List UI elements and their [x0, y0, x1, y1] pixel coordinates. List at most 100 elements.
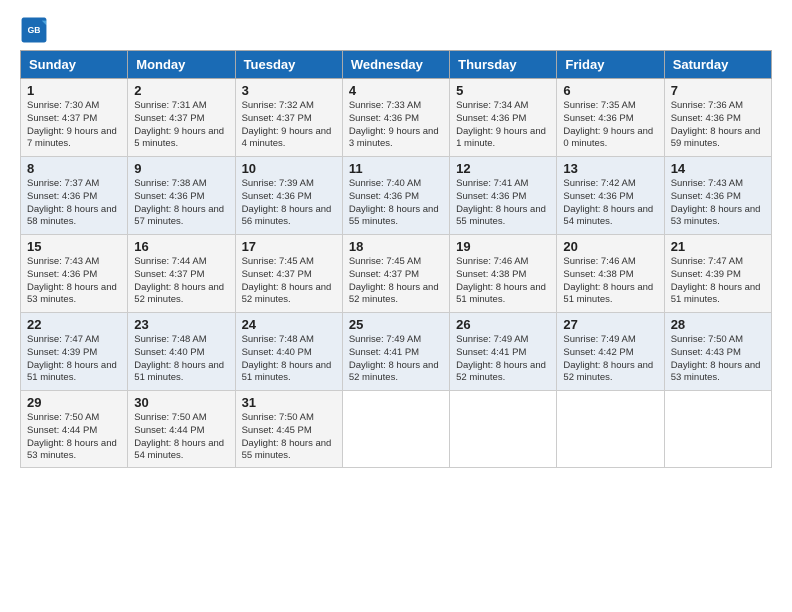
- cell-content: Sunrise: 7:47 AMSunset: 4:39 PMDaylight:…: [671, 256, 765, 307]
- calendar-cell: 10Sunrise: 7:39 AMSunset: 4:36 PMDayligh…: [235, 157, 342, 235]
- svg-text:GB: GB: [28, 25, 41, 35]
- cell-content: Sunrise: 7:34 AMSunset: 4:36 PMDaylight:…: [456, 100, 550, 151]
- sunrise-text: Sunrise: 7:50 AM: [134, 412, 206, 423]
- sunset-text: Sunset: 4:37 PM: [242, 269, 312, 280]
- day-number: 3: [242, 83, 336, 98]
- daylight-text: Daylight: 8 hours and 58 minutes.: [27, 204, 117, 228]
- calendar-table: SundayMondayTuesdayWednesdayThursdayFrid…: [20, 50, 772, 468]
- sunset-text: Sunset: 4:36 PM: [563, 191, 633, 202]
- cell-content: Sunrise: 7:39 AMSunset: 4:36 PMDaylight:…: [242, 178, 336, 229]
- calendar-cell: [557, 391, 664, 468]
- sunset-text: Sunset: 4:42 PM: [563, 347, 633, 358]
- calendar-cell: 28Sunrise: 7:50 AMSunset: 4:43 PMDayligh…: [664, 313, 771, 391]
- day-number: 23: [134, 317, 228, 332]
- cell-content: Sunrise: 7:42 AMSunset: 4:36 PMDaylight:…: [563, 178, 657, 229]
- daylight-text: Daylight: 8 hours and 57 minutes.: [134, 204, 224, 228]
- cell-content: Sunrise: 7:48 AMSunset: 4:40 PMDaylight:…: [134, 334, 228, 385]
- day-number: 2: [134, 83, 228, 98]
- calendar-cell: 18Sunrise: 7:45 AMSunset: 4:37 PMDayligh…: [342, 235, 449, 313]
- cell-content: Sunrise: 7:49 AMSunset: 4:42 PMDaylight:…: [563, 334, 657, 385]
- cell-content: Sunrise: 7:38 AMSunset: 4:36 PMDaylight:…: [134, 178, 228, 229]
- sunrise-text: Sunrise: 7:35 AM: [563, 100, 635, 111]
- calendar-cell: 16Sunrise: 7:44 AMSunset: 4:37 PMDayligh…: [128, 235, 235, 313]
- sunrise-text: Sunrise: 7:47 AM: [27, 334, 99, 345]
- day-number: 20: [563, 239, 657, 254]
- sunrise-text: Sunrise: 7:32 AM: [242, 100, 314, 111]
- daylight-text: Daylight: 9 hours and 0 minutes.: [563, 126, 653, 150]
- daylight-text: Daylight: 8 hours and 59 minutes.: [671, 126, 761, 150]
- calendar-cell: 6 Sunrise: 7:35 AM Sunset: 4:36 PM Daylight…: [557, 79, 664, 157]
- cell-content: Sunrise: 7:31 AMSunset: 4:37 PMDaylight:…: [134, 100, 228, 151]
- cell-content: Sunrise: 7:35 AM Sunset: 4:36 PM Daylight:…: [563, 100, 657, 151]
- cell-content: Sunrise: 7:32 AMSunset: 4:37 PMDaylight:…: [242, 100, 336, 151]
- day-number: 9: [134, 161, 228, 176]
- daylight-text: Daylight: 8 hours and 54 minutes.: [134, 438, 224, 462]
- sunset-text: Sunset: 4:41 PM: [349, 347, 419, 358]
- calendar-cell: 4Sunrise: 7:33 AMSunset: 4:36 PMDaylight…: [342, 79, 449, 157]
- sunset-text: Sunset: 4:36 PM: [27, 269, 97, 280]
- day-number: 15: [27, 239, 121, 254]
- sunset-text: Sunset: 4:44 PM: [134, 425, 204, 436]
- cell-content: Sunrise: 7:46 AMSunset: 4:38 PMDaylight:…: [456, 256, 550, 307]
- sunrise-text: Sunrise: 7:49 AM: [349, 334, 421, 345]
- daylight-text: Daylight: 8 hours and 56 minutes.: [242, 204, 332, 228]
- daylight-text: Daylight: 8 hours and 53 minutes.: [671, 204, 761, 228]
- cell-content: Sunrise: 7:50 AMSunset: 4:43 PMDaylight:…: [671, 334, 765, 385]
- day-number: 24: [242, 317, 336, 332]
- day-number: 6: [563, 83, 657, 98]
- sunrise-text: Sunrise: 7:49 AM: [456, 334, 528, 345]
- sunrise-text: Sunrise: 7:30 AM: [27, 100, 99, 111]
- calendar-cell: 30 Sunrise: 7:50 AM Sunset: 4:44 PM Dayligh…: [128, 391, 235, 468]
- sunrise-text: Sunrise: 7:39 AM: [242, 178, 314, 189]
- sunset-text: Sunset: 4:37 PM: [134, 269, 204, 280]
- day-number: 5: [456, 83, 550, 98]
- day-number: 26: [456, 317, 550, 332]
- daylight-text: Daylight: 8 hours and 55 minutes.: [349, 204, 439, 228]
- day-number: 30: [134, 395, 228, 410]
- sunrise-text: Sunrise: 7:33 AM: [349, 100, 421, 111]
- sunrise-text: Sunrise: 7:44 AM: [134, 256, 206, 267]
- daylight-text: Daylight: 8 hours and 51 minutes.: [134, 360, 224, 384]
- sunset-text: Sunset: 4:36 PM: [349, 191, 419, 202]
- calendar-cell: 20Sunrise: 7:46 AMSunset: 4:38 PMDayligh…: [557, 235, 664, 313]
- calendar-cell: 15Sunrise: 7:43 AMSunset: 4:36 PMDayligh…: [21, 235, 128, 313]
- day-number: 8: [27, 161, 121, 176]
- cell-content: Sunrise: 7:44 AMSunset: 4:37 PMDaylight:…: [134, 256, 228, 307]
- day-number: 31: [242, 395, 336, 410]
- cell-content: Sunrise: 7:41 AMSunset: 4:36 PMDaylight:…: [456, 178, 550, 229]
- daylight-text: Daylight: 8 hours and 55 minutes.: [242, 438, 332, 462]
- sunset-text: Sunset: 4:36 PM: [27, 191, 97, 202]
- cell-content: Sunrise: 7:47 AMSunset: 4:39 PMDaylight:…: [27, 334, 121, 385]
- sunrise-text: Sunrise: 7:47 AM: [671, 256, 743, 267]
- sunset-text: Sunset: 4:37 PM: [349, 269, 419, 280]
- daylight-text: Daylight: 8 hours and 54 minutes.: [563, 204, 653, 228]
- sunset-text: Sunset: 4:39 PM: [671, 269, 741, 280]
- day-number: 11: [349, 161, 443, 176]
- weekday-header-friday: Friday: [557, 51, 664, 79]
- cell-content: Sunrise: 7:40 AMSunset: 4:36 PMDaylight:…: [349, 178, 443, 229]
- day-number: 12: [456, 161, 550, 176]
- sunset-text: Sunset: 4:36 PM: [671, 191, 741, 202]
- sunset-text: Sunset: 4:38 PM: [563, 269, 633, 280]
- daylight-text: Daylight: 8 hours and 53 minutes.: [27, 438, 117, 462]
- sunset-text: Sunset: 4:36 PM: [671, 113, 741, 124]
- sunset-text: Sunset: 4:36 PM: [456, 113, 526, 124]
- cell-content: Sunrise: 7:48 AMSunset: 4:40 PMDaylight:…: [242, 334, 336, 385]
- calendar-cell: 17Sunrise: 7:45 AMSunset: 4:37 PMDayligh…: [235, 235, 342, 313]
- daylight-text: Daylight: 9 hours and 4 minutes.: [242, 126, 332, 150]
- sunrise-text: Sunrise: 7:50 AM: [27, 412, 99, 423]
- cell-content: Sunrise: 7:50 AM Sunset: 4:44 PM Daylight:…: [134, 412, 228, 463]
- weekday-header-tuesday: Tuesday: [235, 51, 342, 79]
- sunset-text: Sunset: 4:38 PM: [456, 269, 526, 280]
- header: GB: [20, 16, 772, 44]
- day-number: 4: [349, 83, 443, 98]
- sunset-text: Sunset: 4:36 PM: [563, 113, 633, 124]
- day-number: 16: [134, 239, 228, 254]
- daylight-text: Daylight: 8 hours and 51 minutes.: [456, 282, 546, 306]
- weekday-header-saturday: Saturday: [664, 51, 771, 79]
- sunset-text: Sunset: 4:41 PM: [456, 347, 526, 358]
- sunrise-text: Sunrise: 7:34 AM: [456, 100, 528, 111]
- sunrise-text: Sunrise: 7:45 AM: [349, 256, 421, 267]
- daylight-text: Daylight: 8 hours and 52 minutes.: [563, 360, 653, 384]
- calendar-cell: 26Sunrise: 7:49 AMSunset: 4:41 PMDayligh…: [450, 313, 557, 391]
